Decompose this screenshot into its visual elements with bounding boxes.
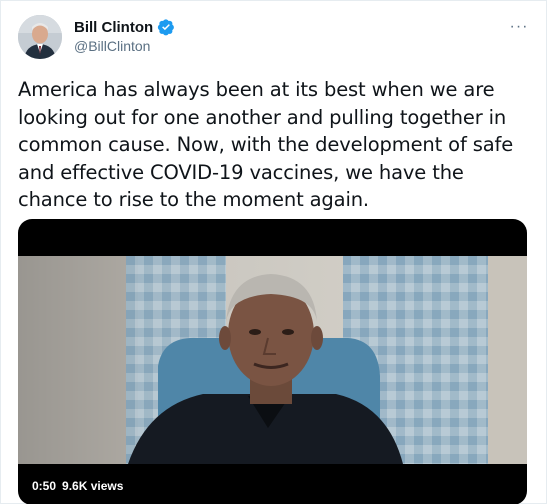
author-display-name[interactable]: Bill Clinton [74,19,153,36]
profile-avatar[interactable] [18,15,62,59]
author-handle[interactable]: @BillClinton [74,38,150,54]
video-frame [18,256,527,464]
more-options-icon[interactable]: ··· [509,17,529,37]
author-name-row: Bill Clinton [74,17,175,37]
video-player[interactable]: 0:50 9.6K views [18,219,527,504]
video-duration: 0:50 [32,479,57,493]
video-meta: 0:50 9.6K views [32,479,123,493]
tweet-text: America has always been at its best when… [18,78,514,211]
verified-badge-icon [157,18,175,36]
video-view-count: 9.6K views [62,479,124,493]
tweet-card: Bill Clinton @BillClinton ··· America ha… [0,0,547,504]
